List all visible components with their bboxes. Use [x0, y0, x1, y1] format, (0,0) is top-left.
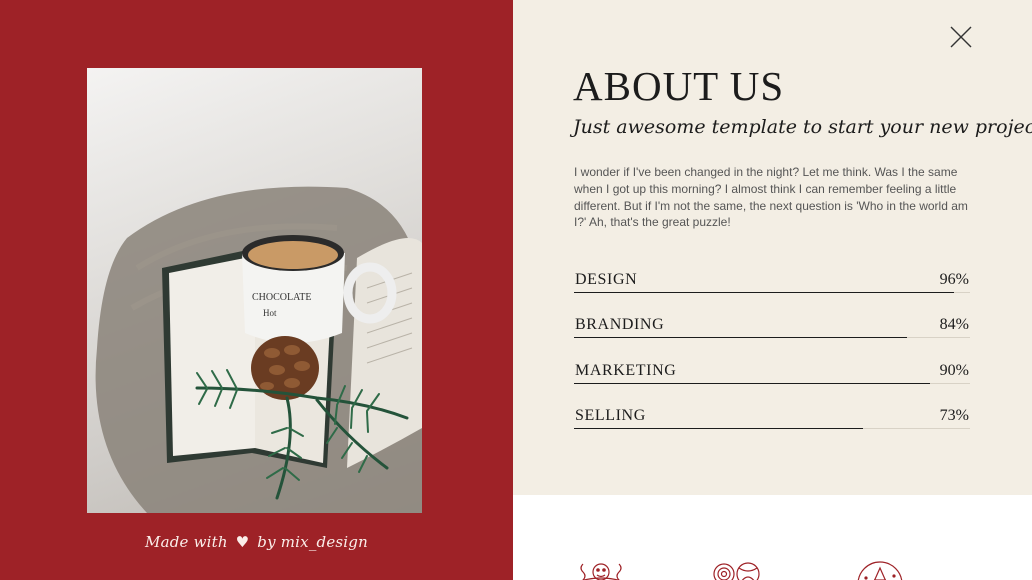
skill-branding: BRANDING 84%	[574, 316, 970, 338]
close-icon[interactable]	[949, 25, 973, 49]
credit-prefix: Made with	[145, 533, 228, 551]
skill-percent: 84%	[939, 316, 969, 333]
svg-text:Hot: Hot	[263, 308, 277, 318]
skill-percent: 73%	[939, 407, 969, 424]
about-description: I wonder if I've been changed in the nig…	[574, 165, 968, 230]
skill-name: MARKETING	[575, 362, 677, 379]
skill-bar-fill	[574, 428, 864, 429]
credit-suffix: by mix_design	[257, 533, 368, 551]
skill-bar	[574, 428, 970, 429]
skill-percent: 90%	[939, 362, 969, 379]
skill-name: BRANDING	[575, 316, 665, 333]
skill-bar	[574, 292, 970, 293]
credit-line: Made with ♥ by mix_design	[0, 533, 513, 551]
skill-bar	[574, 383, 970, 384]
skill-marketing: MARKETING 90%	[574, 362, 970, 384]
skill-name: SELLING	[575, 407, 646, 424]
heart-icon: ♥	[235, 533, 250, 551]
snow-globe-icon	[854, 560, 906, 580]
skill-bar	[574, 337, 970, 338]
skill-bar-fill	[574, 383, 931, 384]
skill-name: DESIGN	[575, 271, 638, 288]
coffee-icon	[575, 560, 627, 580]
skill-percent: 96%	[939, 271, 969, 288]
svg-text:CHOCOLATE: CHOCOLATE	[252, 292, 311, 303]
skill-bar-fill	[574, 292, 955, 293]
skill-selling: SELLING 73%	[574, 407, 970, 429]
hero-photo: CHOCOLATE Hot	[87, 68, 422, 513]
skill-bar-fill	[574, 337, 907, 338]
page-title: ABOUT US	[573, 63, 785, 109]
page-subtitle: Just awesome template to start your new …	[573, 116, 1032, 138]
candy-icon	[711, 560, 763, 580]
skill-design: DESIGN 96%	[574, 271, 970, 293]
